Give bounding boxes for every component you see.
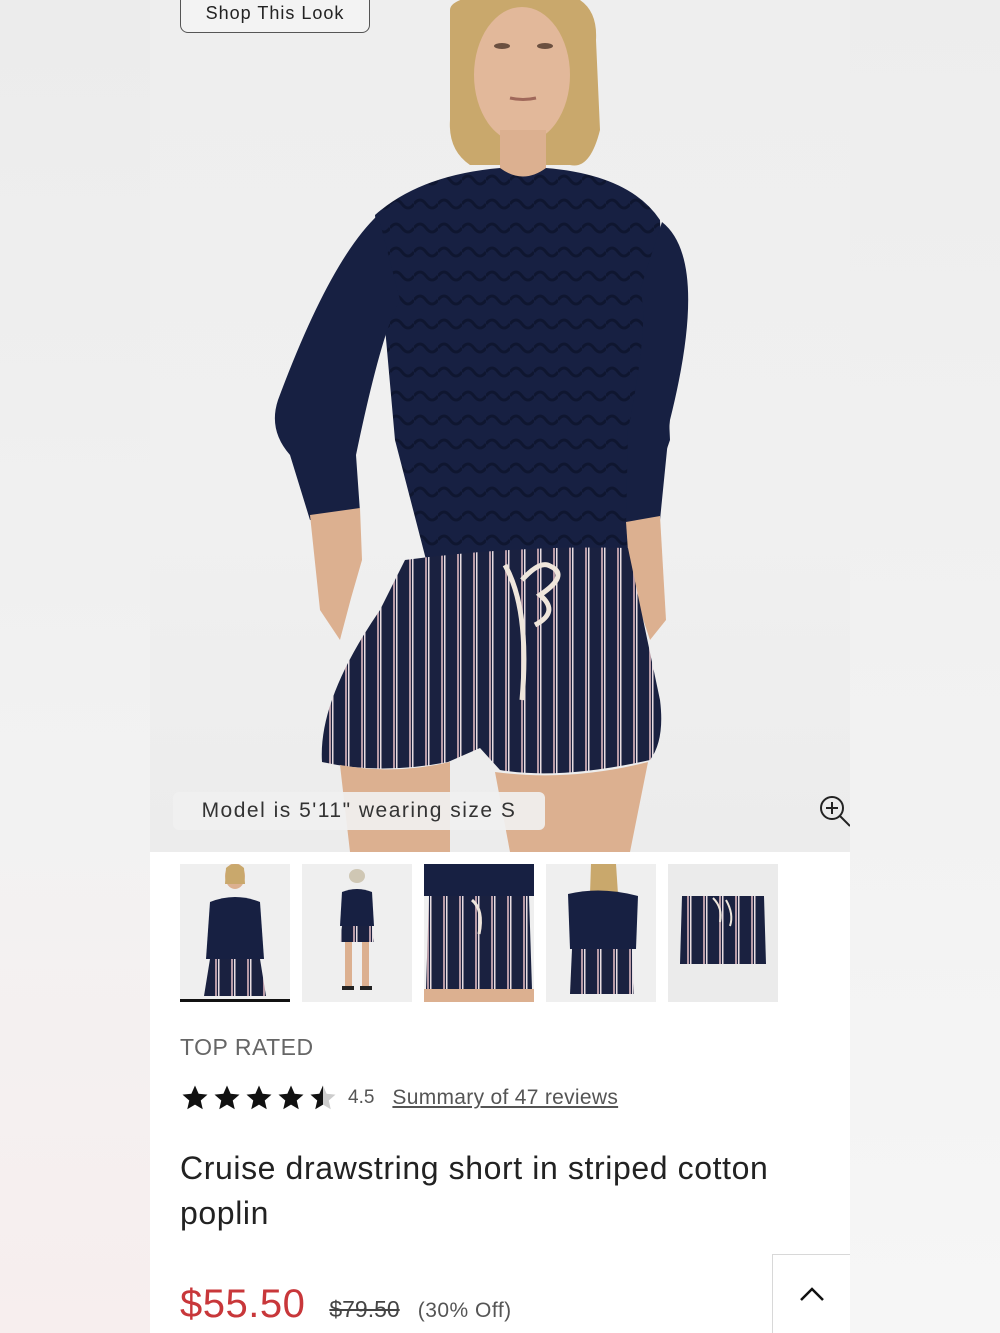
star-icon <box>246 1085 272 1110</box>
star-rating <box>180 1083 338 1113</box>
shop-this-look-button[interactable]: Shop This Look <box>180 0 370 33</box>
top-rated-badge: TOP RATED <box>180 1034 314 1060</box>
star-icon <box>278 1085 304 1110</box>
thumbnail-full-body-hat[interactable] <box>302 864 412 1002</box>
chevron-up-icon <box>800 1287 824 1301</box>
zoom-in-icon[interactable] <box>818 794 850 828</box>
product-title: Cruise drawstring short in striped cotto… <box>180 1150 769 1231</box>
product-page: Shop This Look Model is 5'11" wearing si… <box>150 0 850 1333</box>
star-icon <box>182 1085 208 1110</box>
thumbnail-strip <box>180 864 778 1004</box>
discount-label: (30% Off) <box>417 1299 512 1322</box>
thumbnail-front-full[interactable] <box>180 864 290 1002</box>
model-size-note: Model is 5'11" wearing size S <box>173 792 545 830</box>
rating-row: 4.5 Summary of 47 reviews <box>180 1082 618 1114</box>
price-row: $55.50 $79.50 (30% Off) <box>180 1282 512 1333</box>
star-icon <box>214 1085 240 1110</box>
back-to-top-button[interactable] <box>772 1254 850 1333</box>
rating-value: 4.5 <box>348 1087 375 1108</box>
thumbnail-back-view[interactable] <box>546 864 656 1002</box>
hero-image[interactable]: Shop This Look Model is 5'11" wearing si… <box>150 0 850 852</box>
thumbnail-shorts-closeup[interactable] <box>424 864 534 1002</box>
reviews-summary-link[interactable]: Summary of 47 reviews <box>392 1086 618 1110</box>
backdrop-right <box>850 0 1000 1333</box>
sale-price: $55.50 <box>180 1282 306 1326</box>
half-star-icon <box>310 1085 336 1110</box>
backdrop-left <box>0 0 150 1333</box>
thumbnail-flat-lay[interactable] <box>668 864 778 1002</box>
original-price: $79.50 <box>329 1296 400 1322</box>
model-photo <box>274 0 689 852</box>
